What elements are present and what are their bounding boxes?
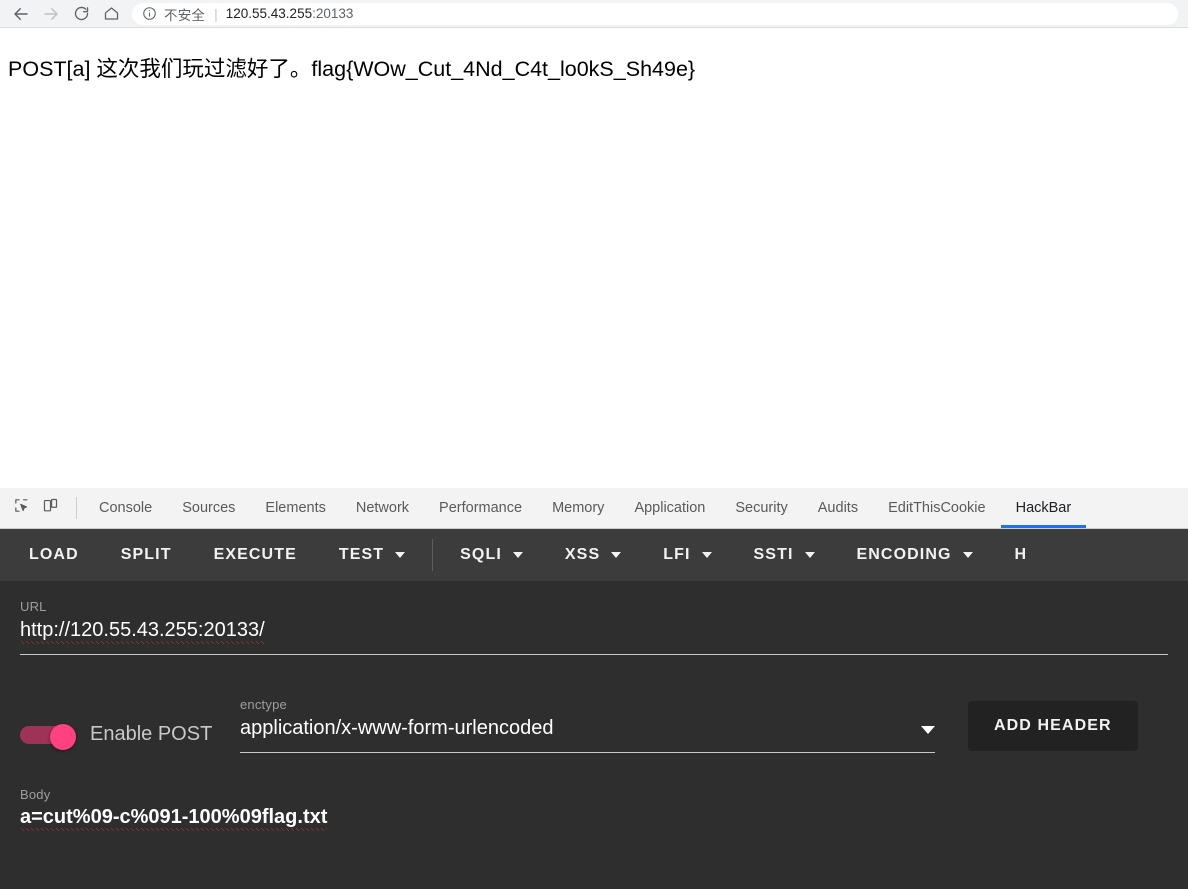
- tab-performance[interactable]: Performance: [424, 488, 537, 528]
- enable-post-label: Enable POST: [90, 723, 213, 745]
- url-field-label: URL: [20, 599, 47, 614]
- inspect-element-button[interactable]: [7, 488, 36, 528]
- tab-editthiscookie[interactable]: EditThisCookie: [873, 488, 1001, 528]
- toolbar-divider: [432, 539, 434, 571]
- tab-label: Sources: [182, 500, 236, 516]
- tab-hackbar[interactable]: HackBar: [1000, 488, 1087, 528]
- hackbar-lfi-menu[interactable]: LFI: [642, 537, 732, 573]
- enctype-field-group: enctype application/x-www-form-urlencode…: [240, 697, 935, 753]
- devtools-panel: Console Sources Elements Network Perform…: [0, 488, 1188, 889]
- page-viewport: POST[a] 这次我们玩过滤好了。flag{WOw_Cut_4Nd_C4t_l…: [0, 28, 1188, 488]
- url-input-underline: [20, 654, 1168, 655]
- devtools-tabbar: Console Sources Elements Network Perform…: [0, 488, 1188, 529]
- device-toolbar-icon: [42, 497, 59, 519]
- button-label: ENCODING: [856, 546, 952, 563]
- tab-network[interactable]: Network: [341, 488, 424, 528]
- url-field-group: URL http://120.55.43.255:20133/: [20, 581, 1168, 655]
- hackbar-test-menu[interactable]: TEST: [318, 537, 426, 573]
- button-label: LFI: [663, 546, 691, 563]
- tab-label: Network: [355, 500, 410, 516]
- omnibox-separator: |: [214, 5, 218, 22]
- chevron-down-icon: [701, 552, 712, 558]
- hackbar-xss-menu[interactable]: XSS: [544, 537, 642, 573]
- button-label: TEST: [338, 546, 385, 563]
- hackbar-form: URL http://120.55.43.255:20133/ Enable P…: [0, 581, 1188, 889]
- tab-label: EditThisCookie: [888, 500, 986, 516]
- chevron-down-icon: [962, 552, 973, 558]
- toggle-knob: [50, 723, 76, 750]
- tab-console[interactable]: Console: [84, 488, 167, 528]
- chevron-down-icon: [512, 552, 523, 558]
- chevron-down-icon: [921, 726, 935, 734]
- hackbar-toolbar: LOAD SPLIT EXECUTE TEST SQLI XSS LFI SST…: [0, 529, 1188, 581]
- button-label: SSTI: [753, 546, 794, 563]
- button-label: XSS: [564, 546, 601, 563]
- info-circle-icon[interactable]: [142, 6, 157, 21]
- home-button[interactable]: [96, 1, 126, 27]
- add-header-button[interactable]: ADD HEADER: [968, 701, 1138, 751]
- browser-toolbar: 不安全 | 120.55.43.255:20133: [0, 0, 1188, 28]
- enctype-selected-value: application/x-www-form-urlencoded: [240, 717, 554, 739]
- url-port-part: :20133: [312, 6, 354, 21]
- tab-label: HackBar: [1015, 500, 1072, 516]
- button-label: EXECUTE: [213, 546, 297, 563]
- tab-label: Console: [99, 500, 153, 516]
- enable-post-toggle[interactable]: [20, 723, 76, 750]
- button-label: LOAD: [29, 546, 79, 563]
- body-input[interactable]: a=cut%09-c%091-100%09flag.txt: [20, 805, 1168, 831]
- hackbar-split-button[interactable]: SPLIT: [100, 537, 193, 573]
- enctype-field-label: enctype: [240, 697, 287, 712]
- hackbar-hashing-menu[interactable]: H: [994, 537, 1049, 573]
- chevron-down-icon: [804, 552, 815, 558]
- tab-label: Application: [634, 500, 706, 516]
- tab-label: Audits: [817, 500, 859, 516]
- home-icon: [103, 5, 120, 22]
- tab-label: Performance: [439, 500, 523, 516]
- arrow-right-icon: [42, 5, 60, 23]
- page-response-text: POST[a] 这次我们玩过滤好了。flag{WOw_Cut_4Nd_C4t_l…: [8, 57, 696, 81]
- tab-sources[interactable]: Sources: [167, 488, 250, 528]
- tab-audits[interactable]: Audits: [803, 488, 873, 528]
- url-text: 120.55.43.255:20133: [226, 6, 354, 21]
- tab-application[interactable]: Application: [619, 488, 720, 528]
- security-status-label: 不安全: [164, 7, 206, 23]
- enctype-underline: [240, 752, 935, 753]
- arrow-left-icon: [12, 5, 30, 23]
- tab-memory[interactable]: Memory: [537, 488, 619, 528]
- url-input-value: http://120.55.43.255:20133/: [20, 619, 265, 644]
- hackbar-ssti-menu[interactable]: SSTI: [733, 537, 836, 573]
- body-field-label: Body: [20, 787, 51, 802]
- devtools-tabbar-divider: [76, 497, 77, 519]
- chevron-down-icon: [611, 552, 622, 558]
- button-label: SQLI: [460, 546, 502, 563]
- back-button[interactable]: [6, 1, 36, 27]
- tab-elements[interactable]: Elements: [250, 488, 340, 528]
- post-settings-row: Enable POST enctype application/x-www-fo…: [20, 697, 1168, 753]
- address-bar[interactable]: 不安全 | 120.55.43.255:20133: [132, 2, 1178, 25]
- body-input-value: a=cut%09-c%091-100%09flag.txt: [20, 806, 328, 831]
- tab-label: Security: [735, 500, 788, 516]
- device-toolbar-button[interactable]: [36, 488, 65, 528]
- hackbar-encoding-menu[interactable]: ENCODING: [836, 537, 994, 573]
- inspect-element-icon: [13, 497, 30, 519]
- hackbar-execute-button[interactable]: EXECUTE: [193, 537, 318, 573]
- hackbar-load-button[interactable]: LOAD: [8, 537, 100, 573]
- tab-label: Elements: [265, 500, 326, 516]
- url-host-part: 120.55.43.255: [225, 6, 313, 21]
- hackbar-sqli-menu[interactable]: SQLI: [439, 537, 544, 573]
- enable-post-toggle-group[interactable]: Enable POST: [20, 723, 240, 753]
- forward-button[interactable]: [36, 1, 66, 27]
- body-field-group: Body a=cut%09-c%091-100%09flag.txt: [20, 787, 1168, 831]
- tab-security[interactable]: Security: [720, 488, 802, 528]
- reload-icon: [73, 5, 90, 22]
- enctype-select[interactable]: application/x-www-form-urlencoded: [240, 716, 935, 741]
- chevron-down-icon: [395, 552, 406, 558]
- button-label: SPLIT: [120, 546, 172, 563]
- url-input[interactable]: http://120.55.43.255:20133/: [20, 618, 1168, 644]
- button-label: H: [1014, 546, 1028, 563]
- reload-button[interactable]: [66, 1, 96, 27]
- tab-label: Memory: [552, 500, 605, 516]
